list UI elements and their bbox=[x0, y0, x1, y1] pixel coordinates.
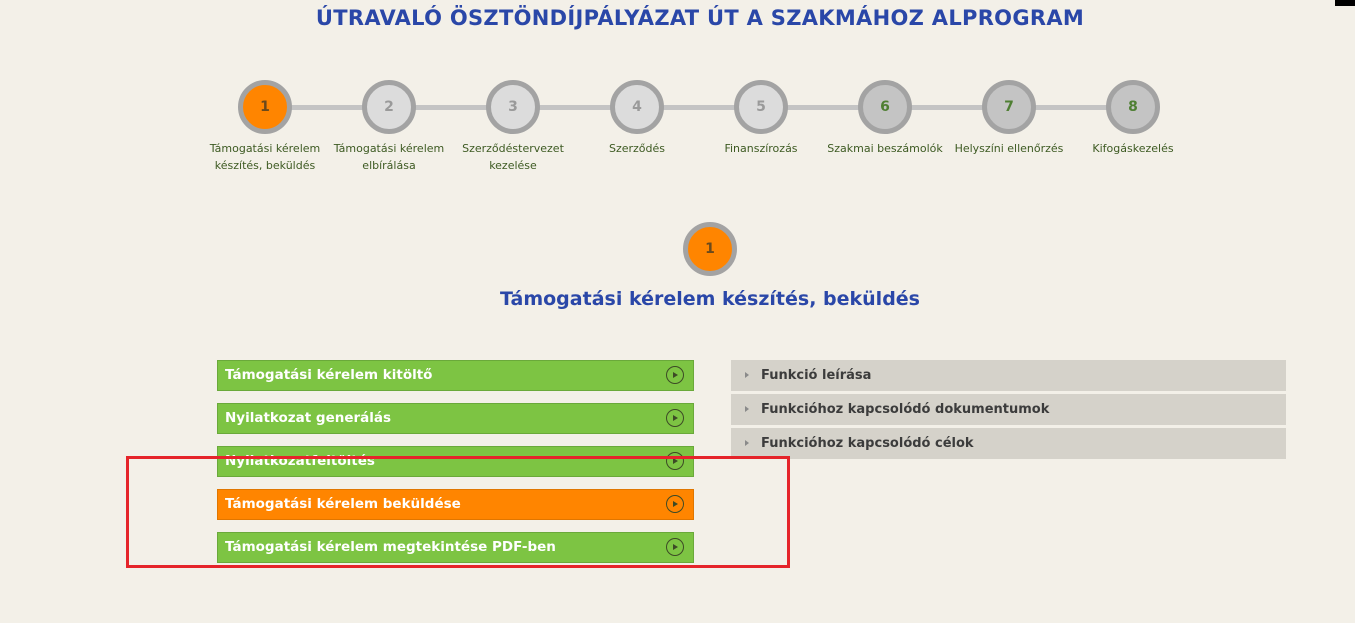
function-description-panel[interactable]: Funkció leírása bbox=[731, 360, 1286, 391]
step-label: Kifogáskezelés bbox=[1092, 142, 1174, 155]
step-circle[interactable]: 5 bbox=[734, 80, 788, 134]
action-label: Nyilatkozatfeltöltés bbox=[225, 453, 375, 469]
step-label: Szerződés bbox=[608, 142, 666, 155]
step-label: Szakmai beszámolók bbox=[827, 142, 943, 155]
process-stepper: 1 Támogatási kérelem készítés, beküldés … bbox=[0, 80, 1355, 190]
play-arrow-icon bbox=[666, 538, 684, 556]
expand-triangle-icon bbox=[745, 440, 749, 446]
step-6[interactable]: 6 Szakmai beszámolók bbox=[823, 80, 947, 157]
play-arrow-icon bbox=[666, 495, 684, 513]
upload-declaration-button[interactable]: Nyilatkozatfeltöltés bbox=[217, 446, 694, 477]
step-7[interactable]: 7 Helyszíni ellenőrzés bbox=[947, 80, 1071, 157]
step-8[interactable]: 8 Kifogáskezelés bbox=[1071, 80, 1195, 157]
play-arrow-icon bbox=[666, 366, 684, 384]
play-arrow-icon bbox=[666, 452, 684, 470]
expand-triangle-icon bbox=[745, 372, 749, 378]
current-step-circle: 1 bbox=[683, 222, 737, 276]
fill-application-button[interactable]: Támogatási kérelem kitöltő bbox=[217, 360, 694, 391]
step-label: Támogatási kérelem készítés, beküldés bbox=[209, 142, 321, 172]
step-circle[interactable]: 2 bbox=[362, 80, 416, 134]
step-label: Helyszíni ellenőrzés bbox=[954, 142, 1064, 155]
step-label: Támogatási kérelem elbírálása bbox=[333, 142, 445, 172]
panel-label: Funkció leírása bbox=[761, 368, 872, 383]
expand-triangle-icon bbox=[745, 406, 749, 412]
action-list: Támogatási kérelem kitöltő Nyilatkozat g… bbox=[217, 360, 694, 575]
generate-declaration-button[interactable]: Nyilatkozat generálás bbox=[217, 403, 694, 434]
play-arrow-icon bbox=[666, 409, 684, 427]
action-label: Támogatási kérelem megtekintése PDF-ben bbox=[225, 539, 556, 555]
current-step-title: Támogatási kérelem készítés, beküldés bbox=[500, 288, 920, 310]
view-application-pdf-button[interactable]: Támogatási kérelem megtekintése PDF-ben bbox=[217, 532, 694, 563]
step-1[interactable]: 1 Támogatási kérelem készítés, beküldés bbox=[203, 80, 327, 174]
panel-label: Funkcióhoz kapcsolódó dokumentumok bbox=[761, 402, 1050, 417]
step-circle[interactable]: 3 bbox=[486, 80, 540, 134]
step-4[interactable]: 4 Szerződés bbox=[575, 80, 699, 157]
step-3[interactable]: 3 Szerződéstervezet kezelése bbox=[451, 80, 575, 174]
panel-label: Funkcióhoz kapcsolódó célok bbox=[761, 436, 974, 451]
action-label: Nyilatkozat generálás bbox=[225, 410, 392, 426]
related-goals-panel[interactable]: Funkcióhoz kapcsolódó célok bbox=[731, 428, 1286, 459]
step-circle[interactable]: 8 bbox=[1106, 80, 1160, 134]
action-label: Támogatási kérelem kitöltő bbox=[225, 367, 433, 383]
step-label: Szerződéstervezet kezelése bbox=[462, 142, 564, 172]
action-label: Támogatási kérelem beküldése bbox=[225, 496, 461, 512]
submit-application-button[interactable]: Támogatási kérelem beküldése bbox=[217, 489, 694, 520]
step-2[interactable]: 2 Támogatási kérelem elbírálása bbox=[327, 80, 451, 174]
step-label: Finanszírozás bbox=[724, 142, 798, 155]
page-title: ÚTRAVALÓ ÖSZTÖNDÍJPÁLYÁZAT ÚT A SZAKMÁHO… bbox=[315, 6, 1085, 30]
step-circle[interactable]: 4 bbox=[610, 80, 664, 134]
step-circle[interactable]: 7 bbox=[982, 80, 1036, 134]
info-panels: Funkció leírása Funkcióhoz kapcsolódó do… bbox=[731, 360, 1286, 462]
current-step-header: 1 Támogatási kérelem készítés, beküldés bbox=[0, 222, 1355, 310]
step-circle[interactable]: 1 bbox=[238, 80, 292, 134]
step-5[interactable]: 5 Finanszírozás bbox=[699, 80, 823, 157]
step-circle[interactable]: 6 bbox=[858, 80, 912, 134]
related-documents-panel[interactable]: Funkcióhoz kapcsolódó dokumentumok bbox=[731, 394, 1286, 425]
